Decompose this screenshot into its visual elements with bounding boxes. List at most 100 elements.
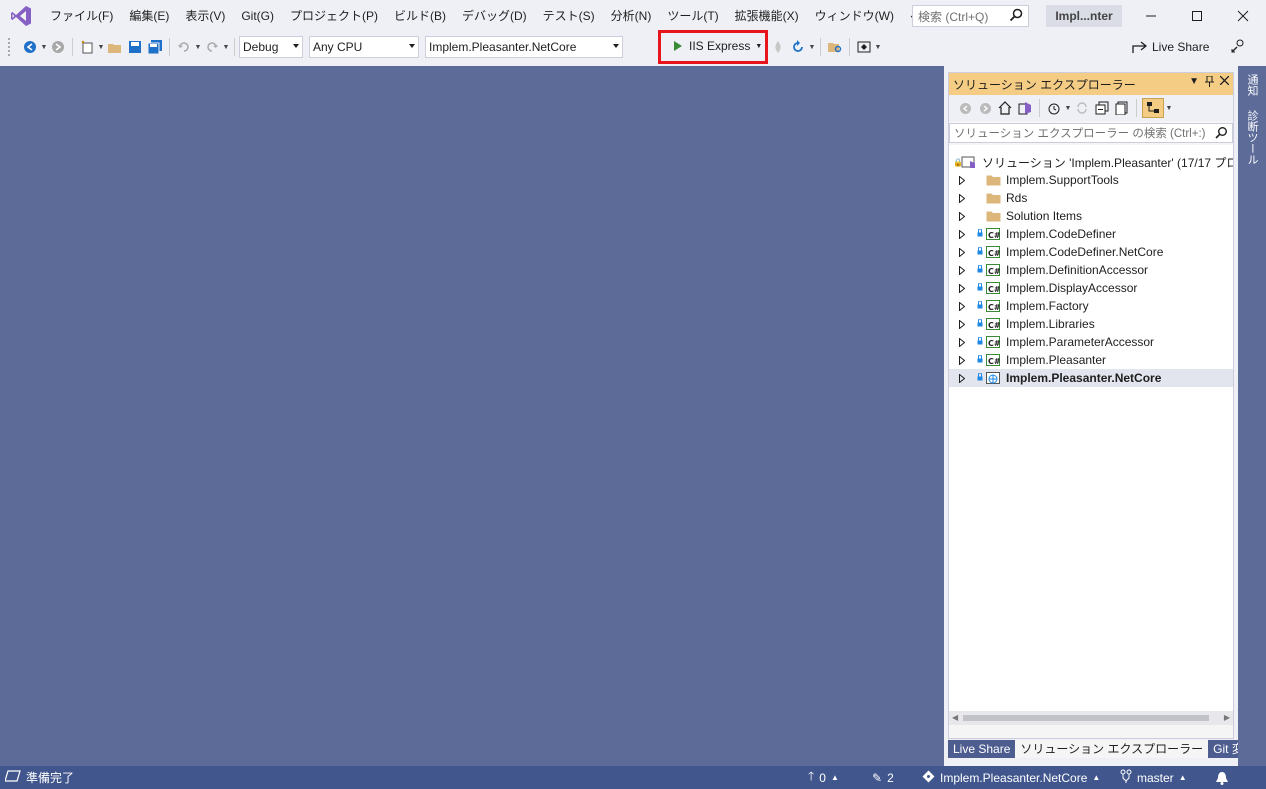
status-repository[interactable]: Implem.Pleasanter.NetCore ▲ [922,766,1100,789]
notifications-bell-icon[interactable] [1215,766,1229,789]
window-position-icon[interactable]: ▼ [1189,76,1199,90]
output-icon[interactable] [4,769,21,786]
save-all-icon[interactable] [146,38,164,56]
preview-selected-items-icon[interactable] [1142,98,1164,118]
close-panel-icon[interactable] [1219,75,1230,90]
menu-item[interactable]: 表示(V) [177,0,233,32]
horizontal-scrollbar[interactable]: ◀ ▶ [949,711,1233,725]
solution-explorer-search-input[interactable]: ソリューション エクスプローラー の検索 (Ctrl+:) [949,123,1233,143]
tab-diagnostic-tools[interactable]: 診断ツール [1242,106,1260,169]
tree-node[interactable]: C# Implem.ParameterAccessor [949,333,1233,351]
status-unpushed-commits[interactable]: 🡑 0 ▲ [808,766,839,789]
menu-item[interactable]: ツール(T) [659,0,726,32]
expand-arrow-icon[interactable] [959,283,969,293]
refresh-dropdown-icon[interactable]: ▼ [808,38,816,56]
open-folder-icon[interactable] [106,38,124,56]
expand-arrow-icon[interactable] [959,247,969,257]
tree-node[interactable]: Implem.Pleasanter.NetCore [949,369,1233,387]
run-iis-express-button[interactable]: IIS Express ▼ [663,35,763,57]
expand-arrow-icon[interactable] [959,355,969,365]
menu-item[interactable]: ビルド(B) [386,0,454,32]
tree-node[interactable]: C# Implem.CodeDefiner.NetCore [949,243,1233,261]
sync-icon[interactable] [1073,99,1091,117]
status-pending-changes[interactable]: ✎ 2 [872,766,894,789]
solution-name-badge[interactable]: Impl...nter [1046,5,1122,27]
bottom-tab[interactable]: ソリューション エクスプローラー [1015,740,1209,758]
expand-arrow-icon[interactable] [959,265,969,275]
tree-node[interactable]: C# Implem.DisplayAccessor [949,279,1233,297]
menu-item[interactable]: 編集(E) [121,0,177,32]
tab-notifications[interactable]: 通知 [1242,70,1260,100]
status-branch[interactable]: master ▲ [1120,766,1187,789]
menu-item[interactable]: ファイル(F) [42,0,121,32]
scroll-right-icon[interactable]: ▶ [1224,713,1230,722]
expand-arrow-icon[interactable] [959,373,969,383]
new-project-icon[interactable] [78,38,96,56]
menu-item[interactable]: 分析(N) [603,0,660,32]
feedback-icon[interactable] [1230,38,1246,57]
expand-arrow-icon[interactable] [959,193,969,203]
expand-arrow-icon[interactable] [959,337,969,347]
live-share-button[interactable]: Live Share [1132,36,1209,58]
tree-node[interactable]: C# Implem.Factory [949,297,1233,315]
pin-icon[interactable] [1205,75,1214,90]
window-layout-icon[interactable] [855,38,873,56]
scrollbar-thumb[interactable] [963,715,1209,721]
pending-changes-filter-icon[interactable] [1045,99,1063,117]
solution-root-node[interactable]: 🔒 ソリューション 'Implem.Pleasanter' (17/17 プロジ… [949,153,1233,171]
bottom-tab[interactable]: Live Share [948,740,1016,758]
filter-dropdown-icon[interactable]: ▼ [1064,99,1072,117]
show-all-files-icon[interactable] [1113,99,1131,117]
undo-icon[interactable] [175,38,193,56]
solution-configuration-select[interactable]: Debug [239,36,303,58]
forward-icon[interactable] [976,99,994,117]
tree-node[interactable]: C# Implem.Libraries [949,315,1233,333]
tree-node-label: Implem.CodeDefiner.NetCore [1006,245,1164,259]
home-icon[interactable] [996,99,1014,117]
back-icon[interactable] [956,99,974,117]
expand-arrow-icon[interactable] [959,211,969,221]
svg-text:C#: C# [988,285,1001,294]
menu-item[interactable]: プロジェクト(P) [282,0,386,32]
redo-icon[interactable] [203,38,221,56]
menu-item[interactable]: 拡張機能(X) [727,0,807,32]
undo-dropdown-icon[interactable]: ▼ [194,38,202,56]
scroll-left-icon[interactable]: ◀ [952,713,958,722]
tree-node[interactable]: C# Implem.Pleasanter [949,351,1233,369]
search-input[interactable]: 検索 (Ctrl+Q) [912,5,1029,27]
tree-node[interactable]: C# Implem.CodeDefiner [949,225,1233,243]
redo-dropdown-icon[interactable]: ▼ [222,38,230,56]
collapse-all-icon[interactable] [1093,99,1111,117]
startup-project-select[interactable]: Implem.Pleasanter.NetCore [425,36,623,58]
new-dropdown-icon[interactable]: ▼ [97,38,105,56]
tree-node[interactable]: Implem.SupportTools [949,171,1233,189]
switch-views-icon[interactable] [1016,99,1034,117]
properties-dropdown-icon[interactable]: ▼ [1165,99,1173,117]
back-dropdown-icon[interactable]: ▼ [40,38,48,56]
expand-arrow-icon[interactable] [959,175,969,185]
minimize-icon[interactable] [1128,0,1174,32]
forward-icon[interactable] [49,38,67,56]
expand-arrow-icon[interactable] [959,319,969,329]
tree-node[interactable]: C# Implem.DefinitionAccessor [949,261,1233,279]
expand-arrow-icon[interactable] [959,301,969,311]
tree-node[interactable]: Solution Items [949,207,1233,225]
save-icon[interactable] [126,38,144,56]
find-in-files-icon[interactable] [826,38,844,56]
expand-arrow-icon[interactable] [959,229,969,239]
menu-item[interactable]: デバッグ(D) [454,0,535,32]
hot-reload-flame-icon[interactable] [769,38,787,56]
close-icon[interactable] [1220,0,1266,32]
maximize-icon[interactable] [1174,0,1220,32]
live-share-label: Live Share [1152,40,1210,54]
menu-item[interactable]: テスト(S) [535,0,603,32]
solution-platform-select[interactable]: Any CPU [309,36,419,58]
toolbar-overflow-icon[interactable]: ▼ [874,38,882,56]
menu-item[interactable]: Git(G) [233,0,282,32]
menu-item[interactable]: ウィンドウ(W) [807,0,902,32]
back-icon[interactable] [21,38,39,56]
chevron-down-icon [613,44,619,48]
toolbar-grip[interactable] [8,38,20,56]
refresh-icon[interactable] [789,38,807,56]
tree-node[interactable]: Rds [949,189,1233,207]
